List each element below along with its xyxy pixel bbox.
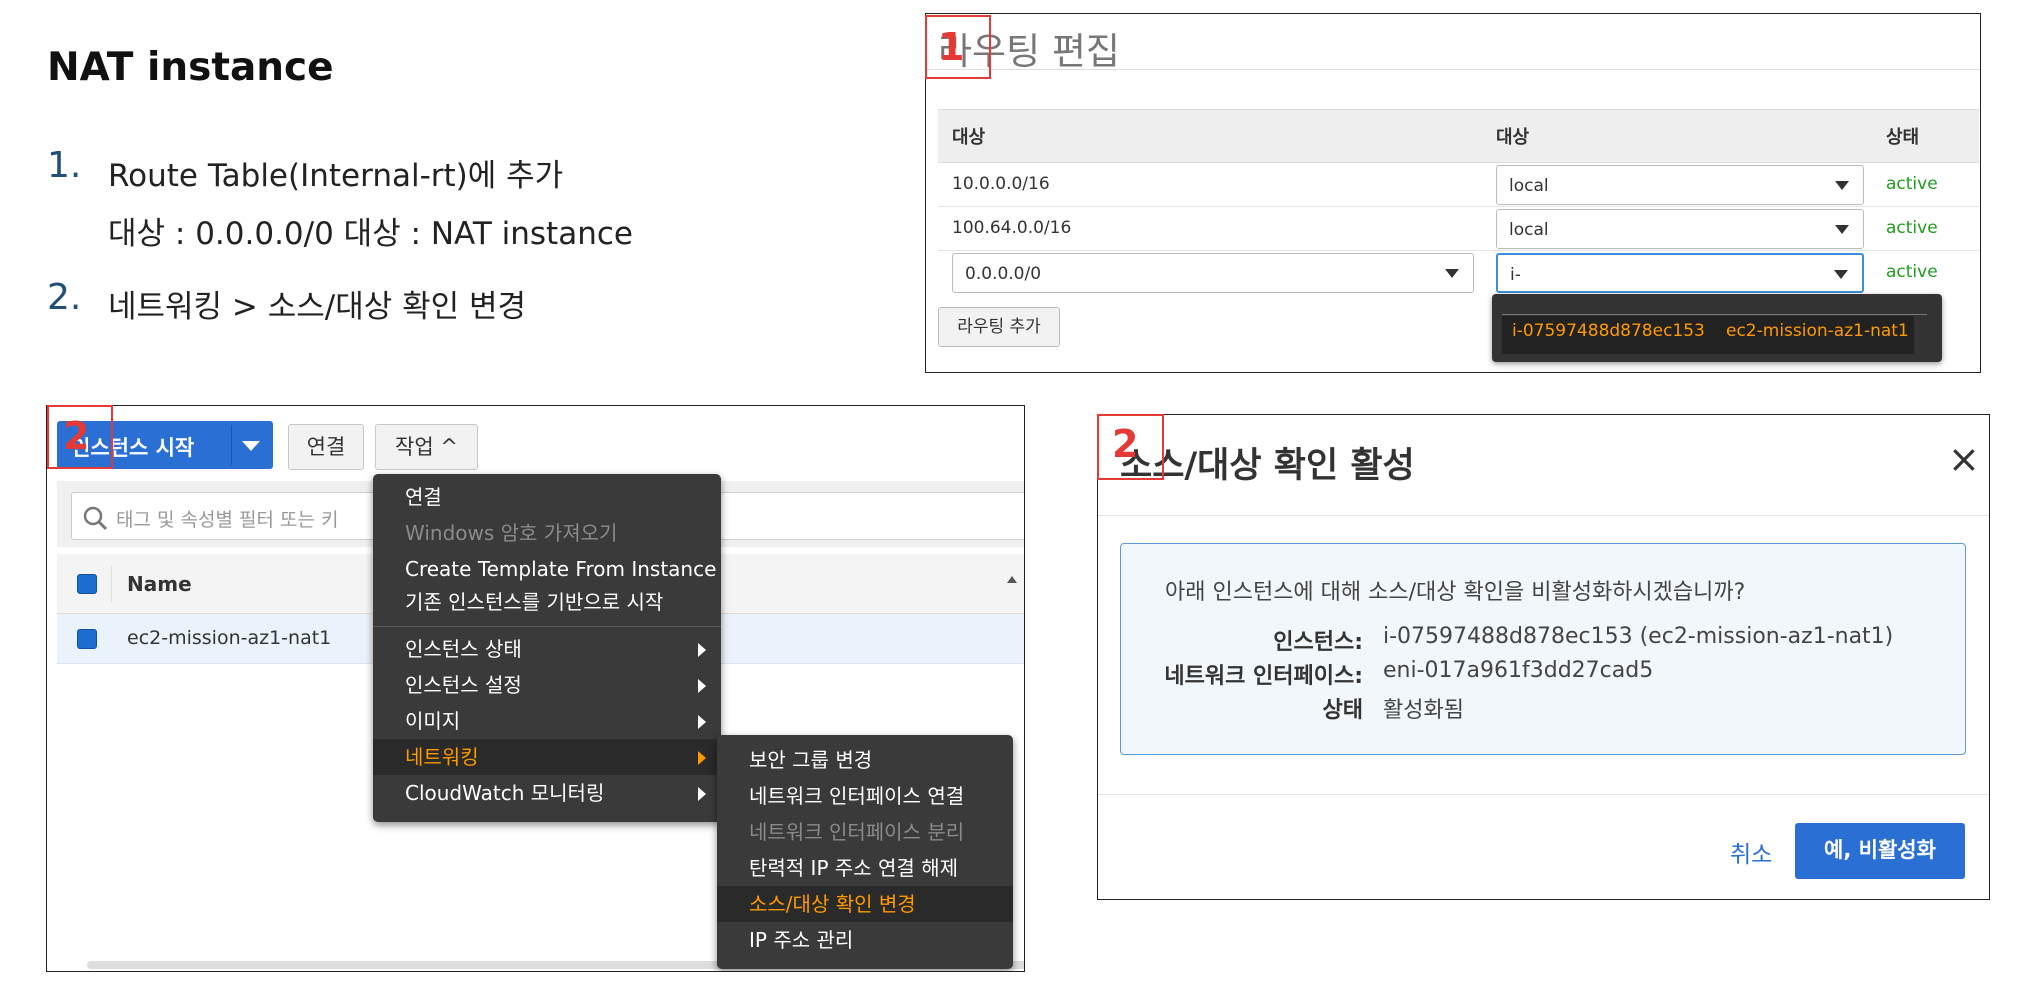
caret-down-icon xyxy=(1835,225,1849,234)
networking-submenu: 보안 그룹 변경 네트워크 인터페이스 연결 네트워크 인터페이스 분리 탄력적… xyxy=(717,735,1013,969)
field-value-status: 활성화됨 xyxy=(1383,698,1464,723)
menu-item-attach-network-interface[interactable]: 네트워크 인터페이스 연결 xyxy=(717,778,1013,814)
chevron-right-icon xyxy=(698,679,706,693)
column-target: 대상 xyxy=(1496,127,1530,148)
field-label-network-interface: 네트워크 인터페이스: xyxy=(1164,664,1363,689)
chevron-right-icon xyxy=(698,643,706,657)
instances-panel: 인스턴스 시작 연결 작업 ^ 태그 및 속성별 필터 또는 키 Name ec… xyxy=(46,405,1025,972)
actions-menu: 연결 Windows 암호 가져오기 Create Template From … xyxy=(373,474,721,822)
step-marker-2-number: 2 xyxy=(63,414,90,458)
menu-item-manage-ip-addresses[interactable]: IP 주소 관리 xyxy=(717,922,1013,958)
actions-button[interactable]: 작업 ^ xyxy=(375,424,478,470)
route-target-value: local xyxy=(1509,220,1549,240)
chevron-right-icon xyxy=(698,715,706,729)
menu-item-connect[interactable]: 연결 xyxy=(373,479,721,515)
menu-item-detach-network-interface: 네트워크 인터페이스 분리 xyxy=(749,820,965,844)
menu-item-disassociate-elastic-ip[interactable]: 탄력적 IP 주소 연결 해제 xyxy=(717,850,1013,886)
route-status: active xyxy=(1886,262,1938,282)
field-value-network-interface: eni-017a961f3dd27cad5 xyxy=(1383,658,1654,683)
instance-name: ec2-mission-az1-nat1 xyxy=(127,627,332,649)
chevron-right-icon xyxy=(698,751,706,765)
route-target-value: local xyxy=(1509,176,1549,196)
source-dest-check-dialog: 소스/대상 확인 활성 × 아래 인스턴스에 대해 소스/대상 확인을 비활성화… xyxy=(1097,414,1990,900)
search-icon xyxy=(83,506,108,531)
menu-item-label: 인스턴스 설정 xyxy=(405,673,522,697)
step-1-line-1: Route Table(Internal-rt)에 추가 xyxy=(108,158,564,194)
menu-item-label: 인스턴스 상태 xyxy=(405,637,522,661)
dropdown-option-name[interactable]: ec2-mission-az1-nat1 xyxy=(1726,321,1909,341)
caret-down-icon[interactable] xyxy=(242,441,260,451)
chevron-right-icon xyxy=(698,787,706,801)
target-dropdown: i-07597488d878ec153 ec2-mission-az1-nat1 xyxy=(1492,294,1942,362)
column-destination: 대상 xyxy=(952,127,986,148)
routes-table-header: 대상 대상 상태 xyxy=(938,109,1979,163)
step-2-line-1: 네트워킹 > 소스/대상 확인 변경 xyxy=(108,289,527,325)
column-status: 상태 xyxy=(1886,127,1920,148)
caret-down-icon xyxy=(1445,269,1459,278)
route-target-select[interactable]: local xyxy=(1496,209,1864,249)
add-route-button[interactable]: 라우팅 추가 xyxy=(938,307,1060,347)
title-divider xyxy=(926,69,1980,70)
menu-item-change-security-groups[interactable]: 보안 그룹 변경 xyxy=(717,742,1013,778)
dialog-header-divider xyxy=(1098,515,1989,516)
menu-item-label: CloudWatch 모니터링 xyxy=(405,781,605,805)
confirm-disable-button[interactable]: 예, 비활성화 xyxy=(1795,823,1965,879)
menu-item-launch-more-like-this[interactable]: 기존 인스턴스를 기반으로 시작 xyxy=(373,584,721,620)
step-2-number: 2. xyxy=(47,277,82,318)
sort-up-icon[interactable] xyxy=(1007,576,1017,583)
dropdown-option-id[interactable]: i-07597488d878ec153 xyxy=(1512,321,1705,341)
menu-item-instance-state[interactable]: 인스턴스 상태 xyxy=(373,631,721,667)
route-destination-value: 0.0.0.0/0 xyxy=(965,264,1042,284)
route-target-input[interactable]: i- xyxy=(1496,253,1864,293)
step-1-number: 1. xyxy=(47,145,82,186)
route-status: active xyxy=(1886,218,1938,238)
close-icon[interactable]: × xyxy=(1948,437,1980,481)
step-marker-2-dialog-number: 2 xyxy=(1112,422,1139,466)
column-name[interactable]: Name xyxy=(127,572,192,596)
dialog-info-box: 아래 인스턴스에 대해 소스/대상 확인을 비활성화하시겠습니까? 인스턴스: … xyxy=(1120,543,1966,755)
menu-item-get-windows-password: Windows 암호 가져오기 xyxy=(405,521,618,545)
step-1-line-2: 대상 : 0.0.0.0/0 대상 : NAT instance xyxy=(108,216,633,252)
menu-divider xyxy=(373,626,721,627)
menu-item-instance-settings[interactable]: 인스턴스 설정 xyxy=(373,667,721,703)
menu-item-create-template[interactable]: Create Template From Instance xyxy=(373,551,721,587)
button-divider xyxy=(231,425,232,465)
select-all-checkbox[interactable] xyxy=(77,574,97,594)
dialog-title: 소스/대상 확인 활성 xyxy=(1120,446,1415,486)
dialog-footer-divider xyxy=(1098,794,1989,795)
routing-edit-panel: 라우팅 편집 대상 대상 상태 10.0.0.0/16 local active… xyxy=(925,13,1981,373)
caret-down-icon xyxy=(1834,270,1848,279)
route-row: 100.64.0.0/16 local active xyxy=(938,207,1979,251)
connect-button[interactable]: 연결 xyxy=(288,424,364,470)
dropdown-divider xyxy=(1502,314,1927,315)
route-status: active xyxy=(1886,174,1938,194)
field-label-status: 상태 xyxy=(1322,698,1363,723)
slide-title: NAT instance xyxy=(47,45,334,90)
field-label-instance: 인스턴스: xyxy=(1273,630,1363,655)
row-checkbox[interactable] xyxy=(77,629,97,649)
route-row-new: 0.0.0.0/0 i- active xyxy=(938,251,1979,295)
menu-item-change-source-dest-check[interactable]: 소스/대상 확인 변경 xyxy=(717,886,1013,922)
field-value-instance: i-07597488d878ec153 (ec2-mission-az1-nat… xyxy=(1383,624,1894,649)
route-destination: 100.64.0.0/16 xyxy=(952,218,1072,238)
route-target-value: i- xyxy=(1510,265,1521,285)
menu-item-image[interactable]: 이미지 xyxy=(373,703,721,739)
route-row: 10.0.0.0/16 local active xyxy=(938,163,1979,207)
route-destination: 10.0.0.0/16 xyxy=(952,174,1050,194)
menu-item-networking[interactable]: 네트워킹 xyxy=(373,739,721,775)
dialog-question: 아래 인스턴스에 대해 소스/대상 확인을 비활성화하시겠습니까? xyxy=(1165,580,1746,605)
menu-item-label: 이미지 xyxy=(405,709,461,733)
cancel-button[interactable]: 취소 xyxy=(1730,835,1772,869)
menu-item-label: 네트워킹 xyxy=(405,745,479,769)
route-destination-input[interactable]: 0.0.0.0/0 xyxy=(952,253,1474,293)
filter-placeholder: 태그 및 속성별 필터 또는 키 xyxy=(116,509,339,531)
header-divider xyxy=(111,566,112,602)
step-marker-1-number: 1 xyxy=(938,25,965,69)
route-target-select[interactable]: local xyxy=(1496,165,1864,205)
caret-down-icon xyxy=(1835,181,1849,190)
menu-item-cloudwatch[interactable]: CloudWatch 모니터링 xyxy=(373,775,721,811)
